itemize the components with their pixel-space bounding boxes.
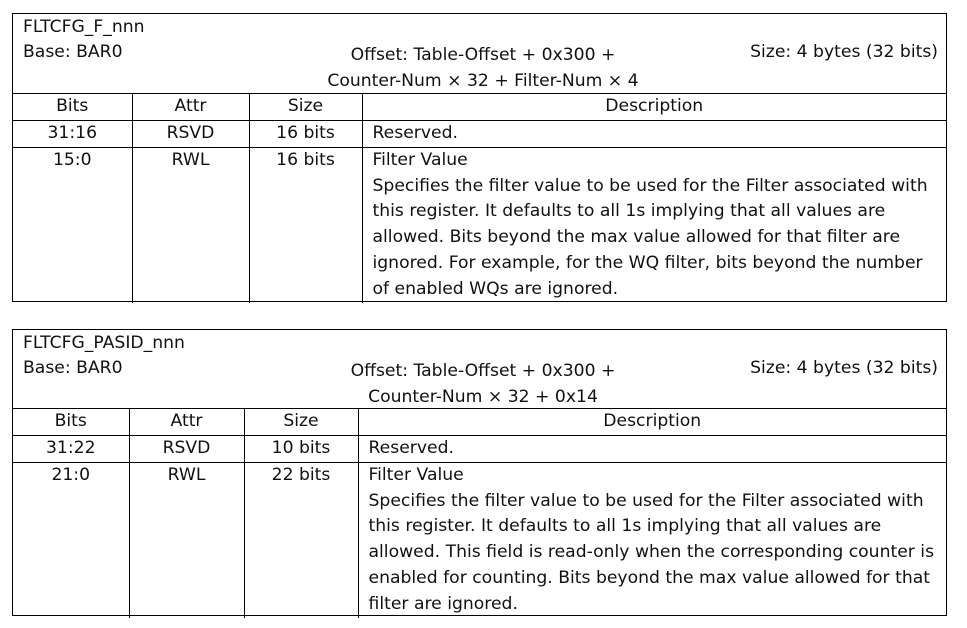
table-header-row: Bits Attr Size Description <box>13 94 946 121</box>
description-cell: Filter Value Specifies the filter value … <box>357 461 946 618</box>
register-name: FLTCFG_F_nnn <box>23 17 145 37</box>
attr-cell: RSVD <box>128 435 245 463</box>
attr-cell: RWL <box>131 146 250 303</box>
size-cell: 16 bits <box>248 146 363 303</box>
table-header-row: Bits Attr Size Description <box>13 409 946 436</box>
bits-cell: 31:16 <box>13 120 133 148</box>
size-cell: 16 bits <box>248 120 363 148</box>
register-offset-line1: Offset: Table-Offset + 0x300 + <box>350 45 616 65</box>
bits-cell: 15:0 <box>13 146 133 303</box>
field-description: Specifies the filter value to be used fo… <box>372 175 928 299</box>
register-header: FLTCFG_F_nnn Base: BAR0 Offset: Table-Of… <box>13 14 946 94</box>
register-offset-line2: Counter-Num × 32 + Filter-Num × 4 <box>327 71 639 91</box>
col-size-header: Size <box>243 409 359 436</box>
register-size: Size: 4 bytes (32 bits) <box>750 358 938 378</box>
field-title: Filter Value <box>368 464 464 485</box>
bits-cell: 21:0 <box>13 461 130 618</box>
attr-cell: RWL <box>128 461 245 618</box>
size-cell: 22 bits <box>243 461 359 618</box>
register-table-fltcfg-f: FLTCFG_F_nnn Base: BAR0 Offset: Table-Of… <box>12 13 947 303</box>
col-attr-header: Attr <box>131 94 250 121</box>
description-cell: Filter Value Specifies the filter value … <box>361 146 946 303</box>
register-offset: Offset: Table-Offset + 0x300 + Counter-N… <box>233 42 733 94</box>
table-row: 31:16 RSVD 16 bits Reserved. <box>13 120 946 148</box>
bitfield-table: Bits Attr Size Description 31:16 RSVD 16… <box>13 94 946 303</box>
register-size: Size: 4 bytes (32 bits) <box>750 42 938 62</box>
register-base: Base: BAR0 <box>23 42 123 62</box>
register-base: Base: BAR0 <box>23 358 123 378</box>
description-cell: Reserved. <box>361 120 946 148</box>
col-description-header: Description <box>357 409 946 436</box>
field-title: Filter Value <box>372 149 468 170</box>
field-description: Specifies the filter value to be used fo… <box>368 490 935 614</box>
col-description-header: Description <box>361 94 946 121</box>
col-bits-header: Bits <box>13 409 130 436</box>
register-offset-line1: Offset: Table-Offset + 0x300 + <box>350 361 616 381</box>
table-row: 31:22 RSVD 10 bits Reserved. <box>13 435 946 463</box>
bitfield-table: Bits Attr Size Description 31:22 RSVD 10… <box>13 409 946 618</box>
col-attr-header: Attr <box>128 409 245 436</box>
table-row: 15:0 RWL 16 bits Filter Value Specifies … <box>13 146 946 303</box>
size-cell: 10 bits <box>243 435 359 463</box>
table-row: 21:0 RWL 22 bits Filter Value Specifies … <box>13 461 946 618</box>
description-cell: Reserved. <box>357 435 946 463</box>
register-table-fltcfg-pasid: FLTCFG_PASID_nnn Base: BAR0 Offset: Tabl… <box>12 329 947 618</box>
attr-cell: RSVD <box>131 120 250 148</box>
col-size-header: Size <box>248 94 363 121</box>
register-name: FLTCFG_PASID_nnn <box>23 333 185 353</box>
register-offset: Offset: Table-Offset + 0x300 + Counter-N… <box>233 358 733 410</box>
bits-cell: 31:22 <box>13 435 130 463</box>
register-offset-line2: Counter-Num × 32 + 0x14 <box>368 387 598 407</box>
col-bits-header: Bits <box>13 94 133 121</box>
register-header: FLTCFG_PASID_nnn Base: BAR0 Offset: Tabl… <box>13 330 946 409</box>
